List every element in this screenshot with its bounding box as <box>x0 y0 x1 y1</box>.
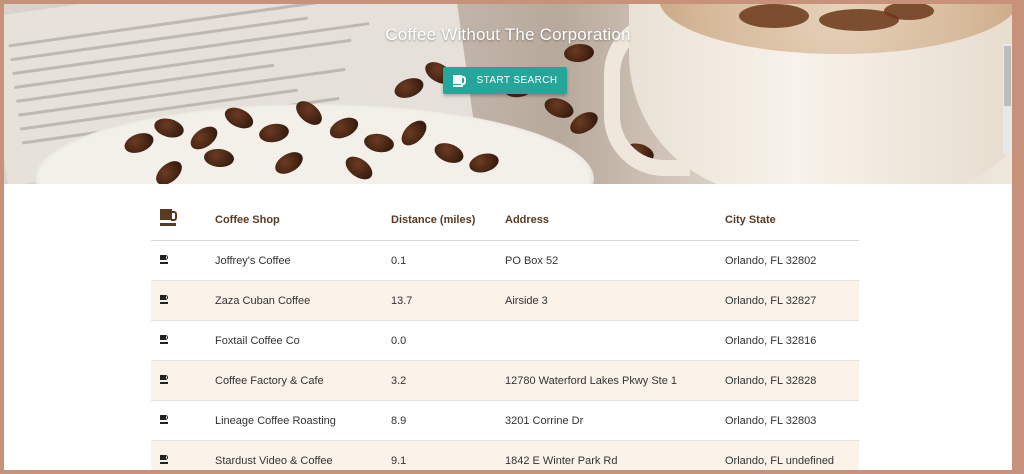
coffee-cup-icon <box>160 414 170 424</box>
shop-name: Foxtail Coffee Co <box>215 320 391 361</box>
distance: 8.9 <box>391 400 505 441</box>
city-state: Orlando, FL 32827 <box>725 280 859 321</box>
city-state: Orlando, FL 32803 <box>725 400 859 441</box>
coffee-cup-icon <box>160 454 170 464</box>
address: 12780 Waterford Lakes Pkwy Ste 1 <box>505 360 725 401</box>
shop-name: Lineage Coffee Roasting <box>215 400 391 441</box>
coffee-cup-icon <box>452 74 467 87</box>
scrollbar[interactable] <box>1003 44 1012 154</box>
table-row[interactable]: Lineage Coffee Roasting 8.9 3201 Corrine… <box>151 400 859 441</box>
distance: 3.2 <box>391 360 505 401</box>
shop-name: Zaza Cuban Coffee <box>215 280 391 321</box>
city-state: Orlando, FL undefined <box>725 440 859 470</box>
table-row[interactable]: Joffrey's Coffee 0.1 PO Box 52 Orlando, … <box>151 240 859 281</box>
header-coffee-shop: Coffee Shop <box>215 199 391 241</box>
address: PO Box 52 <box>505 240 725 281</box>
app-window: Coffee Without The Corporation Start Sea… <box>4 4 1012 470</box>
address: Airside 3 <box>505 280 725 321</box>
coffee-shop-table: Coffee Shop Distance (miles) Address Cit… <box>151 199 859 470</box>
distance: 0.0 <box>391 320 505 361</box>
table-row[interactable]: Coffee Factory & Cafe 3.2 12780 Waterfor… <box>151 360 859 401</box>
coffee-cup-icon <box>160 254 170 264</box>
table-header-row: Coffee Shop Distance (miles) Address Cit… <box>151 199 859 241</box>
city-state: Orlando, FL 32802 <box>725 240 859 281</box>
coffee-cup-icon <box>160 334 170 344</box>
header-icon-cell <box>151 199 215 241</box>
start-search-label: Start Search <box>476 75 558 86</box>
scrollbar-thumb[interactable] <box>1004 46 1011 106</box>
table-row[interactable]: Foxtail Coffee Co 0.0 Orlando, FL 32816 <box>151 320 859 361</box>
row-icon-cell <box>151 240 215 281</box>
distance: 13.7 <box>391 280 505 321</box>
shop-name: Coffee Factory & Cafe <box>215 360 391 401</box>
header-city-state: City State <box>725 199 859 241</box>
shop-name: Stardust Video & Coffee <box>215 440 391 470</box>
shop-name: Joffrey's Coffee <box>215 240 391 281</box>
city-state: Orlando, FL 32828 <box>725 360 859 401</box>
address: 1842 E Winter Park Rd <box>505 440 725 470</box>
coffee-cup-icon <box>160 294 170 304</box>
start-search-button[interactable]: Start Search <box>443 67 567 94</box>
row-icon-cell <box>151 360 215 401</box>
city-state: Orlando, FL 32816 <box>725 320 859 361</box>
header-address: Address <box>505 199 725 241</box>
address: 3201 Corrine Dr <box>505 400 725 441</box>
row-icon-cell <box>151 320 215 361</box>
address <box>505 320 725 361</box>
table-row[interactable]: Zaza Cuban Coffee 13.7 Airside 3 Orlando… <box>151 280 859 321</box>
row-icon-cell <box>151 440 215 470</box>
hero-title: Coffee Without The Corporation <box>385 25 631 44</box>
row-icon-cell <box>151 280 215 321</box>
hero-banner: Coffee Without The Corporation Start Sea… <box>4 4 1012 184</box>
table-row[interactable]: Stardust Video & Coffee 9.1 1842 E Winte… <box>151 440 859 470</box>
distance: 0.1 <box>391 240 505 281</box>
coffee-cup-icon <box>160 209 178 227</box>
header-distance: Distance (miles) <box>391 199 505 241</box>
row-icon-cell <box>151 400 215 441</box>
coffee-cup-icon <box>160 374 170 384</box>
distance: 9.1 <box>391 440 505 470</box>
